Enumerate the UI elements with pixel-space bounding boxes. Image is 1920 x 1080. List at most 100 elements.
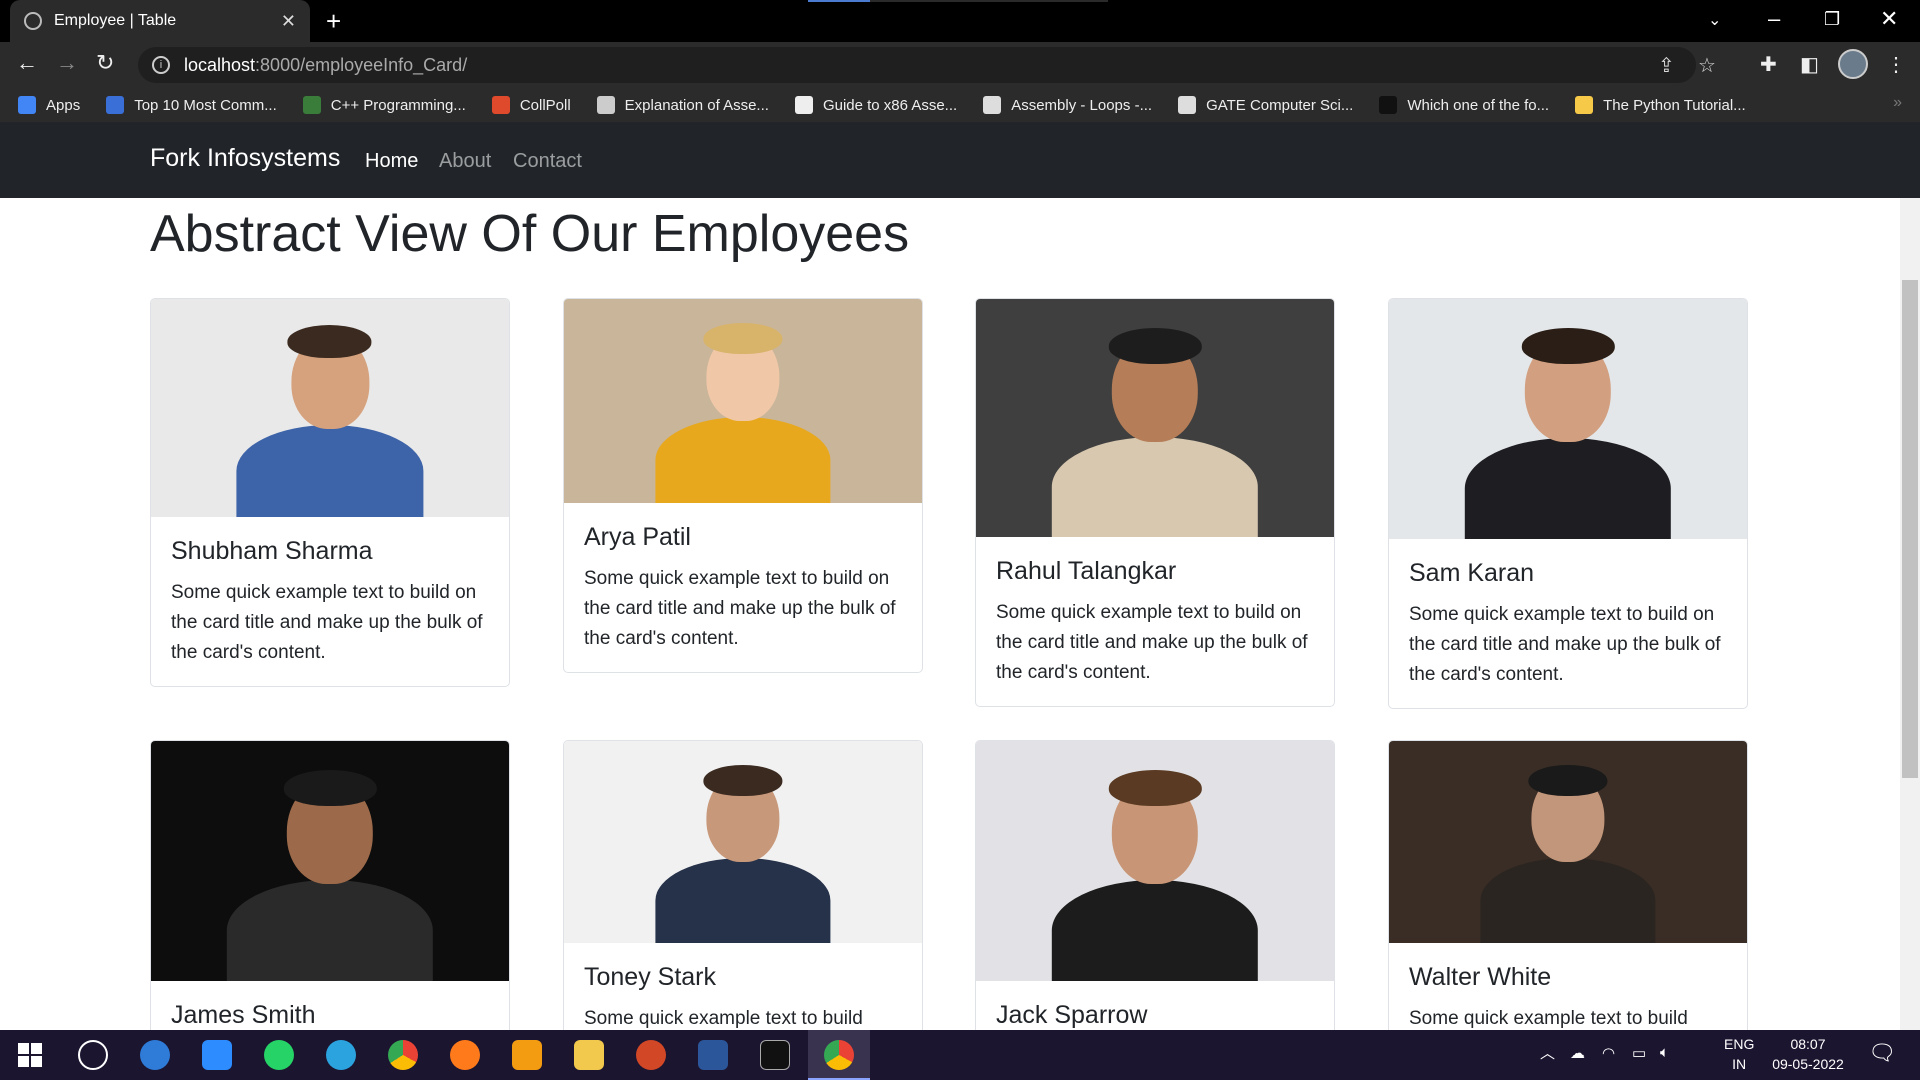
employee-name: Arya Patil <box>584 523 691 551</box>
dell-icon[interactable] <box>78 1040 108 1070</box>
bookmark-item[interactable]: The Python Tutorial... <box>1575 96 1746 114</box>
bookmark-label: Apps <box>46 96 81 114</box>
bookmark-favicon-icon <box>983 96 1002 114</box>
bookmark-item[interactable]: Top 10 Most Comm... <box>106 96 277 114</box>
bookmark-item[interactable]: C++ Programming... <box>302 96 466 114</box>
address-bar[interactable]: i localhost:8000/employeeInfo_Card/ ⇪ ☆ <box>138 47 1716 83</box>
employee-photo <box>564 299 922 503</box>
bookmarks-overflow-icon[interactable]: » <box>1893 94 1902 112</box>
powerpoint-icon[interactable] <box>636 1040 666 1070</box>
os-taskbar: ︿ ☁ ◠ ▭ 🔈︎ ENG IN 08:07 09-05-2022 🗨︎ <box>0 1030 1920 1080</box>
employee-photo <box>976 741 1334 981</box>
notification-icon[interactable]: 🗨︎ <box>1868 1040 1896 1066</box>
scrollbar[interactable] <box>1900 198 1920 1030</box>
share-icon[interactable]: ⇪ <box>1658 53 1675 78</box>
new-tab-button[interactable]: + <box>326 6 341 37</box>
bookmark-favicon-icon <box>1575 96 1594 114</box>
file-explorer-icon[interactable] <box>574 1040 604 1070</box>
nav-home[interactable]: Home <box>365 150 418 173</box>
volume-icon[interactable]: 🔈︎ <box>1660 1044 1669 1061</box>
bookmark-item[interactable]: CollPoll <box>491 96 571 114</box>
restore-icon[interactable]: ❐ <box>1824 9 1840 30</box>
bookmark-favicon-icon <box>596 96 615 114</box>
site-navbar: Fork Infosystems Home About Contact <box>0 122 1920 198</box>
employee-card: Toney Stark Some quick example text to bu… <box>563 740 923 1030</box>
forward-icon[interactable]: → <box>56 50 78 76</box>
scrollbar-thumb[interactable] <box>1902 280 1918 778</box>
employee-card: Jack Sparrow <box>975 740 1335 1030</box>
menu-icon[interactable]: ⋮ <box>1886 52 1906 77</box>
bookmark-item[interactable]: Apps <box>18 96 80 114</box>
chrome-icon[interactable] <box>388 1040 418 1070</box>
terminal-icon[interactable] <box>760 1040 790 1070</box>
tab-title: Employee | Table <box>54 12 177 29</box>
profile-avatar[interactable] <box>1838 49 1868 79</box>
tab-search-icon[interactable]: ⌄ <box>1708 10 1721 30</box>
bookmark-item[interactable]: Guide to x86 Asse... <box>794 96 957 114</box>
nav-about[interactable]: About <box>439 150 491 173</box>
sublime-icon[interactable] <box>512 1040 542 1070</box>
browser-app-icon[interactable] <box>140 1040 170 1070</box>
card-body: Sam Karan Some quick example text to buil… <box>1389 539 1747 708</box>
employee-photo <box>1389 741 1747 943</box>
card-text: Some quick example text to build on the … <box>1409 604 1721 685</box>
tray-chevron-icon[interactable]: ︿ <box>1540 1042 1555 1063</box>
bookmark-favicon-icon <box>302 96 321 114</box>
active-app-highlight[interactable] <box>808 1030 870 1080</box>
employee-photo <box>1389 299 1747 539</box>
bookmark-star-icon[interactable]: ☆ <box>1698 53 1716 78</box>
employee-card: Shubham Sharma Some quick example text to… <box>150 298 510 687</box>
employee-card: Walter White Some quick example text to b… <box>1388 740 1748 1030</box>
bookmark-item[interactable]: GATE Computer Sci... <box>1178 96 1353 114</box>
whatsapp-icon[interactable] <box>264 1040 294 1070</box>
employee-card: James Smith <box>150 740 510 1030</box>
card-body: Toney Stark Some quick example text to bu… <box>564 943 922 1030</box>
back-icon[interactable]: ← <box>16 50 38 76</box>
bookmark-label: Top 10 Most Comm... <box>134 96 277 114</box>
site-info-icon[interactable]: i <box>152 56 170 74</box>
browser-tab-strip: Employee | Table ✕ + ⌄ – ❐ ✕ <box>0 0 1920 42</box>
telegram-icon[interactable] <box>326 1040 356 1070</box>
employee-name: Toney Stark <box>584 963 717 991</box>
site-brand[interactable]: Fork Infosystems <box>150 144 340 173</box>
extensions-icon[interactable]: ✚ <box>1760 52 1777 77</box>
minimize-icon[interactable]: – <box>1768 6 1780 32</box>
employee-name: Rahul Talangkar <box>996 557 1177 585</box>
reload-icon[interactable]: ↻ <box>96 50 114 76</box>
wifi-icon[interactable]: ◠ <box>1602 1044 1615 1062</box>
bookmark-favicon-icon <box>491 96 510 114</box>
zoom-icon[interactable] <box>202 1040 232 1070</box>
page-title: Abstract View Of Our Employees <box>150 205 910 263</box>
employee-name: Walter White <box>1409 963 1552 991</box>
bookmark-favicon-icon <box>1178 96 1197 114</box>
clock[interactable]: 08:07 09-05-2022 <box>1768 1036 1848 1072</box>
firefox-icon[interactable] <box>450 1040 480 1070</box>
chrome-active-icon <box>824 1040 854 1070</box>
bookmark-item[interactable]: Explanation of Asse... <box>596 96 769 114</box>
employee-name: Jack Sparrow <box>996 1001 1148 1029</box>
window-close-icon[interactable]: ✕ <box>1880 6 1898 32</box>
bookmark-label: C++ Programming... <box>330 96 466 114</box>
employee-photo <box>976 299 1334 537</box>
card-body: Rahul Talangkar Some quick example text t… <box>976 537 1334 706</box>
bookmark-favicon-icon <box>106 96 125 114</box>
battery-icon[interactable]: ▭ <box>1632 1044 1646 1062</box>
bookmark-favicon-icon <box>1379 96 1398 114</box>
tab-close-icon[interactable]: ✕ <box>281 11 296 32</box>
bookmark-label: GATE Computer Sci... <box>1206 96 1354 114</box>
bookmarks-bar: Apps Top 10 Most Comm... C++ Programming..… <box>0 88 1920 122</box>
card-text: Some quick example text to build <box>1409 1008 1688 1029</box>
nav-contact[interactable]: Contact <box>513 150 582 173</box>
employee-name: James Smith <box>171 1001 316 1029</box>
card-body: Shubham Sharma Some quick example text to… <box>151 517 509 686</box>
card-body: Walter White Some quick example text to b… <box>1389 943 1747 1030</box>
onedrive-icon[interactable]: ☁ <box>1570 1044 1585 1062</box>
bookmark-item[interactable]: Which one of the fo... <box>1379 96 1549 114</box>
browser-tab[interactable]: Employee | Table ✕ <box>10 0 310 42</box>
tab-loading-indicator <box>808 0 1108 2</box>
side-panel-icon[interactable]: ◧ <box>1800 52 1819 77</box>
word-icon[interactable] <box>698 1040 728 1070</box>
language-indicator[interactable]: ENG IN <box>1724 1036 1754 1072</box>
bookmark-item[interactable]: Assembly - Loops -... <box>983 96 1152 114</box>
windows-start-icon[interactable] <box>18 1043 42 1067</box>
